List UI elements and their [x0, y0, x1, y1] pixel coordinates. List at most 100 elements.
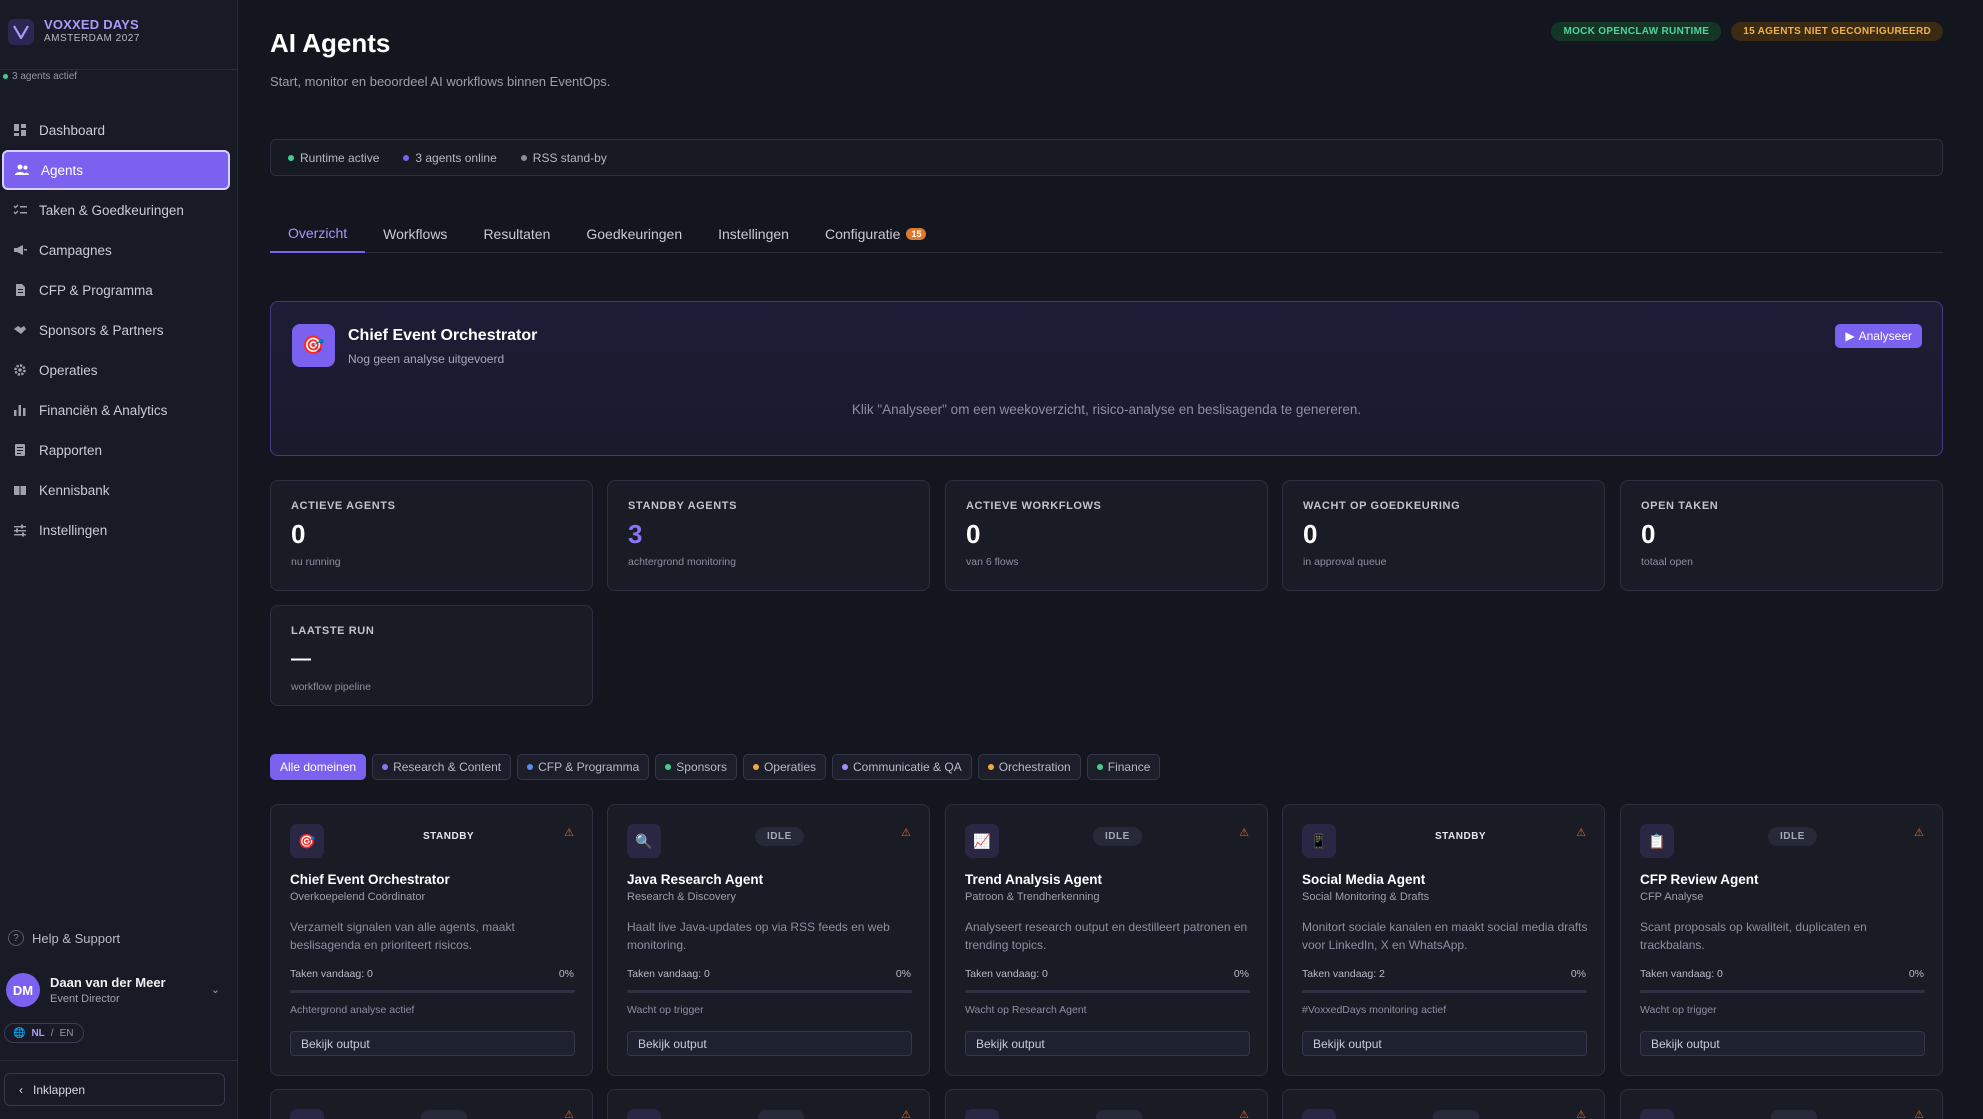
- collapse-label: Inklappen: [33, 1082, 86, 1097]
- stat-label: LAATSTE RUN: [291, 625, 375, 637]
- sidebar-item-rapporten[interactable]: Rapporten: [0, 430, 232, 470]
- sidebar-item-label: Rapporten: [39, 442, 103, 458]
- agents-active-label: 3 agents actief: [12, 71, 78, 82]
- status-label: Runtime active: [300, 150, 380, 165]
- filter-communicatie-qa[interactable]: Communicatie & QA: [832, 754, 972, 780]
- stat-card-standby-agents: STANDBY AGENTS 3 achtergrond monitoring: [607, 480, 930, 591]
- agent-note: #VoxxedDays monitoring actief: [1302, 1004, 1447, 1016]
- stat-value: 0: [1641, 519, 1656, 549]
- agent-card[interactable]: ⚠: [1620, 1089, 1943, 1119]
- status-badge: IDLE: [1768, 827, 1817, 846]
- unconfigured-badge[interactable]: 15 AGENTS NIET GECONFIGUREERD: [1731, 22, 1943, 41]
- sidebar-item-taken[interactable]: Taken & Goedkeuringen: [0, 190, 232, 230]
- stat-label: ACTIEVE AGENTS: [291, 500, 396, 512]
- tab-goedkeuringen[interactable]: Goedkeuringen: [568, 215, 700, 253]
- tab-configuratie[interactable]: Configuratie 15: [807, 215, 945, 253]
- collapse-button[interactable]: ‹ Inklappen: [4, 1073, 225, 1106]
- user-profile[interactable]: DM Daan van der Meer Event Director ⌄: [6, 973, 228, 1007]
- status-badge: [421, 1110, 467, 1119]
- warning-icon: ⚠: [1239, 827, 1249, 839]
- warning-icon: ⚠: [1914, 827, 1924, 839]
- sidebar-item-kennisbank[interactable]: Kennisbank: [0, 470, 232, 510]
- status-dot-icon: [403, 154, 410, 161]
- agent-card[interactable]: 📈 IDLE ⚠ Trend Analysis Agent Patroon & …: [945, 804, 1268, 1076]
- filter-operaties[interactable]: Operaties: [742, 754, 826, 780]
- stat-card-laatste-run: LAATSTE RUN — workflow pipeline: [270, 605, 593, 706]
- filter-sponsors[interactable]: Sponsors: [655, 754, 737, 780]
- warning-icon: ⚠: [564, 1109, 574, 1119]
- agent-card[interactable]: ⚠: [1282, 1089, 1605, 1119]
- filter-orchestration[interactable]: Orchestration: [977, 754, 1081, 780]
- progress-bar: [1640, 990, 1925, 993]
- stat-subtitle: van 6 flows: [966, 556, 1019, 568]
- agent-title: CFP Review Agent: [1640, 872, 1759, 887]
- agent-note: Wacht op Research Agent: [965, 1004, 1087, 1016]
- agent-card[interactable]: 🎯 STANDBY ⚠ Chief Event Orchestrator Ove…: [270, 804, 593, 1076]
- filter-alle-domeinen[interactable]: Alle domeinen: [270, 754, 367, 780]
- lang-separator: /: [50, 1027, 54, 1039]
- sidebar-item-operaties[interactable]: Operaties: [0, 350, 232, 390]
- report-icon: [15, 444, 25, 456]
- user-name: Daan van der Meer: [50, 975, 166, 990]
- view-output-button[interactable]: Bekijk output: [1302, 1031, 1587, 1056]
- page-subtitle: Start, monitor en beoordeel AI workflows…: [270, 74, 611, 89]
- progress-bar: [627, 990, 912, 993]
- divider: [0, 1060, 238, 1061]
- runtime-badge: MOCK OPENCLAW RUNTIME: [1551, 22, 1722, 41]
- agent-card[interactable]: ⚠: [607, 1089, 930, 1119]
- tab-workflows[interactable]: Workflows: [365, 215, 465, 253]
- agent-card[interactable]: 📋 IDLE ⚠ CFP Review Agent CFP Analyse Sc…: [1620, 804, 1943, 1076]
- brand-name: VOXXED DAYS: [44, 17, 139, 32]
- agent-card[interactable]: ⚠: [270, 1089, 593, 1119]
- view-output-button[interactable]: Bekijk output: [627, 1031, 912, 1056]
- stat-card-open-taken: OPEN TAKEN 0 totaal open: [1620, 480, 1943, 591]
- sidebar-item-instellingen[interactable]: Instellingen: [0, 510, 232, 550]
- progress-bar: [1302, 990, 1587, 993]
- filter-label: Operaties: [763, 760, 816, 774]
- agent-card[interactable]: 📱 STANDBY ⚠ Social Media Agent Social Mo…: [1282, 804, 1605, 1076]
- filter-label: Finance: [1107, 760, 1151, 774]
- language-toggle[interactable]: 🌐 NL / EN: [4, 1023, 85, 1043]
- sidebar-item-campagnes[interactable]: Campagnes: [0, 230, 232, 270]
- stat-card-wacht-op-goedkeuring: WACHT OP GOEDKEURING 0 in approval queue: [1282, 480, 1605, 591]
- tab-label: Configuratie: [824, 226, 901, 242]
- view-output-button[interactable]: Bekijk output: [1640, 1031, 1925, 1056]
- brand[interactable]: VOXXED DAYS AMSTERDAM 2027: [8, 17, 140, 46]
- sidebar-item-sponsors[interactable]: Sponsors & Partners: [0, 310, 232, 350]
- agent-note: Achtergrond analyse actief: [290, 1004, 415, 1016]
- search-icon: 🔍: [627, 824, 661, 858]
- tasks-today: Taken vandaag: 0: [290, 968, 373, 980]
- tab-resultaten[interactable]: Resultaten: [465, 215, 568, 253]
- agent-description: Haalt live Java-updates op via RSS feeds…: [627, 920, 890, 952]
- sidebar-item-cfp[interactable]: CFP & Programma: [0, 270, 232, 310]
- agent-card[interactable]: 🔍 IDLE ⚠ Java Research Agent Research & …: [607, 804, 930, 1076]
- filter-cfp-programma[interactable]: CFP & Programma: [517, 754, 650, 780]
- status-label: 3 agents online: [415, 150, 497, 165]
- sidebar-item-financien[interactable]: Financiën & Analytics: [0, 390, 232, 430]
- filter-label: Sponsors: [676, 760, 727, 774]
- analyse-button[interactable]: ▶ Analyseer: [1835, 324, 1922, 348]
- sidebar-item-label: Instellingen: [39, 522, 108, 538]
- sidebar-item-agents[interactable]: Agents: [2, 150, 230, 190]
- dashboard-icon: [14, 124, 26, 136]
- filter-finance[interactable]: Finance: [1086, 754, 1161, 780]
- agent-title: Java Research Agent: [627, 872, 764, 887]
- warning-icon: ⚠: [1576, 827, 1586, 839]
- chevron-down-icon[interactable]: ⌄: [211, 983, 220, 996]
- stat-value: 0: [291, 519, 306, 549]
- view-output-button[interactable]: Bekijk output: [290, 1031, 575, 1056]
- filter-research-content[interactable]: Research & Content: [372, 754, 512, 780]
- view-output-button[interactable]: Bekijk output: [965, 1031, 1250, 1056]
- sidebar-item-dashboard[interactable]: Dashboard: [0, 110, 232, 150]
- agent-card[interactable]: ⚠: [945, 1089, 1268, 1119]
- globe-icon: 🌐: [13, 1027, 26, 1039]
- domain-dot-icon: [527, 764, 534, 770]
- stat-subtitle: achtergrond monitoring: [628, 556, 736, 568]
- tab-instellingen[interactable]: Instellingen: [700, 215, 807, 253]
- agent-description: Verzamelt signalen van alle agents, maak…: [290, 920, 515, 952]
- stat-subtitle: in approval queue: [1303, 556, 1387, 568]
- tasks-today: Taken vandaag: 0: [627, 968, 710, 980]
- megaphone-icon: [14, 245, 27, 255]
- tab-overzicht[interactable]: Overzicht: [270, 215, 366, 253]
- help-support-link[interactable]: ? Help & Support: [8, 930, 120, 946]
